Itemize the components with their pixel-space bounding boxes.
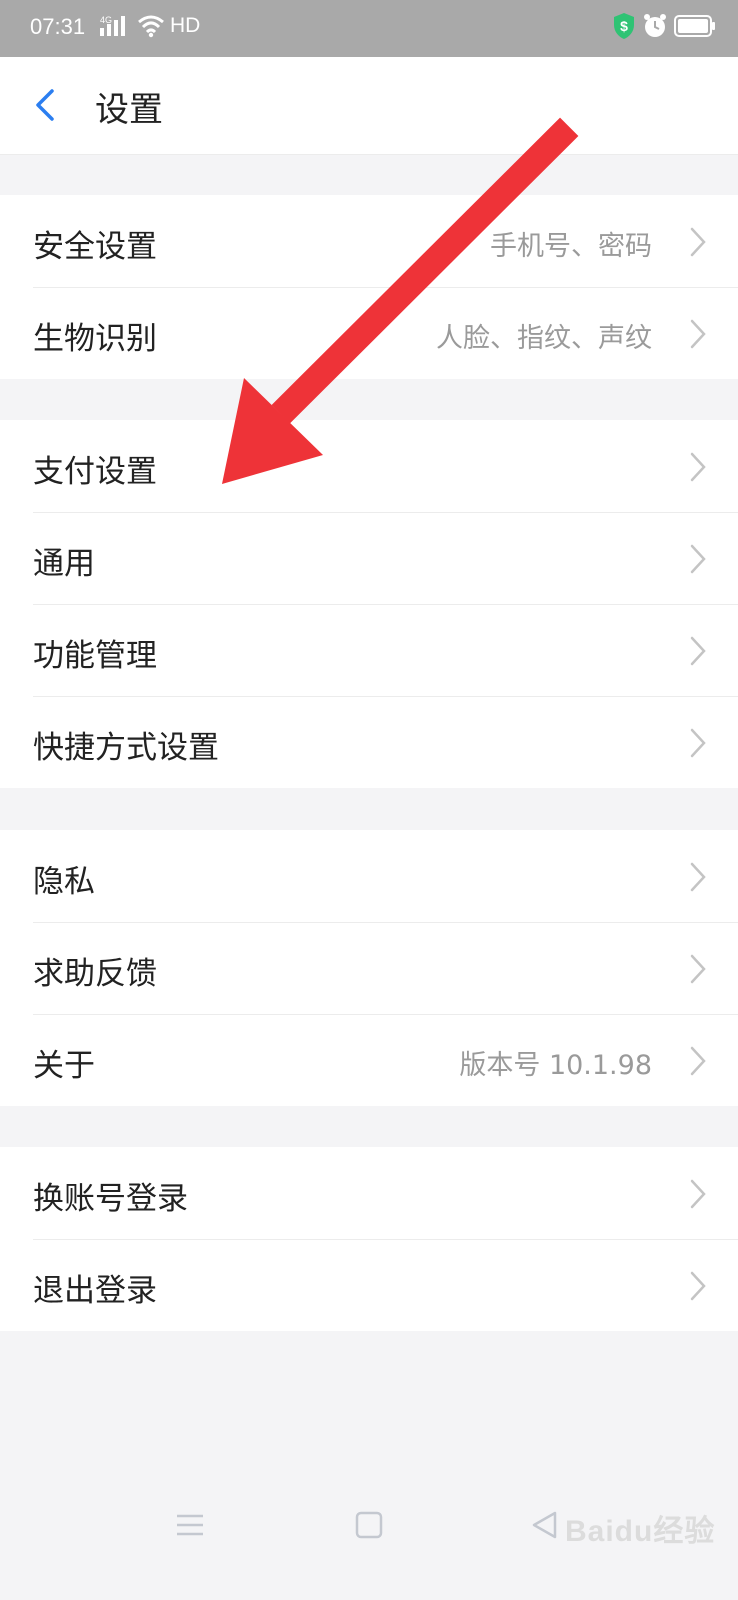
- row-value: 人脸、指纹、声纹: [436, 323, 652, 354]
- chevron-right-icon: [690, 1271, 706, 1301]
- row-label: 换账号登录: [33, 1181, 188, 1217]
- settings-group-account-actions: 换账号登录 退出登录: [0, 1147, 738, 1331]
- status-time: 07:31: [30, 14, 86, 39]
- menu-icon[interactable]: [175, 1510, 205, 1544]
- settings-row-logout[interactable]: 退出登录: [0, 1239, 738, 1331]
- watermark-logo: Baidu经验: [565, 1515, 716, 1548]
- row-label: 功能管理: [33, 638, 157, 674]
- chevron-right-icon: [690, 227, 706, 257]
- system-nav-bar: Baidu经验: [0, 1480, 738, 1600]
- back-button[interactable]: [28, 79, 76, 131]
- wifi-icon: [137, 14, 165, 43]
- chevron-right-icon: [690, 728, 706, 758]
- signal-icon: 4G: [100, 14, 130, 43]
- settings-group-account: 安全设置 手机号、密码 生物识别 人脸、指纹、声纹: [0, 195, 738, 379]
- row-label: 支付设置: [33, 454, 157, 490]
- row-label: 通用: [33, 546, 95, 582]
- row-label: 求助反馈: [33, 956, 157, 992]
- row-label: 生物识别: [33, 321, 157, 357]
- status-right-icons: $: [612, 12, 716, 45]
- row-label: 快捷方式设置: [33, 730, 219, 766]
- back-triangle-icon[interactable]: [530, 1510, 560, 1544]
- chevron-right-icon: [690, 319, 706, 349]
- row-value: 手机号、密码: [490, 231, 652, 262]
- settings-row-features[interactable]: 功能管理: [0, 604, 738, 696]
- battery-icon: [674, 14, 716, 43]
- home-icon[interactable]: [354, 1510, 384, 1544]
- header: 设置: [0, 57, 738, 155]
- chevron-right-icon: [690, 954, 706, 984]
- settings-row-switch-account[interactable]: 换账号登录: [0, 1147, 738, 1239]
- svg-text:$: $: [620, 18, 628, 34]
- shield-icon: $: [612, 12, 636, 45]
- network-type: 4G: [100, 15, 112, 25]
- status-bar: 07:31 4G HD $: [0, 0, 738, 57]
- settings-row-biometrics[interactable]: 生物识别 人脸、指纹、声纹: [0, 287, 738, 379]
- settings-row-privacy[interactable]: 隐私: [0, 830, 738, 922]
- back-chevron-icon: [36, 89, 54, 121]
- chevron-right-icon: [690, 1179, 706, 1209]
- row-label: 退出登录: [33, 1273, 157, 1309]
- settings-row-about[interactable]: 关于 版本号 10.1.98: [0, 1014, 738, 1106]
- settings-row-payment[interactable]: 支付设置: [0, 420, 738, 512]
- chevron-right-icon: [690, 1046, 706, 1076]
- hd-label: HD: [170, 14, 201, 37]
- settings-row-feedback[interactable]: 求助反馈: [0, 922, 738, 1014]
- settings-row-shortcuts[interactable]: 快捷方式设置: [0, 696, 738, 788]
- chevron-right-icon: [690, 636, 706, 666]
- row-label: 隐私: [33, 864, 95, 900]
- row-label: 安全设置: [33, 229, 157, 265]
- page-title: 设置: [95, 90, 163, 130]
- chevron-right-icon: [690, 862, 706, 892]
- settings-group-general: 支付设置 通用 功能管理 快捷方式设置: [0, 420, 738, 788]
- row-label: 关于: [33, 1048, 95, 1084]
- alarm-icon: [642, 13, 668, 44]
- chevron-right-icon: [690, 452, 706, 482]
- chevron-right-icon: [690, 544, 706, 574]
- version-value: 版本号 10.1.98: [459, 1050, 652, 1081]
- settings-row-general[interactable]: 通用: [0, 512, 738, 604]
- settings-group-support: 隐私 求助反馈 关于 版本号 10.1.98: [0, 830, 738, 1106]
- settings-row-security[interactable]: 安全设置 手机号、密码: [0, 195, 738, 287]
